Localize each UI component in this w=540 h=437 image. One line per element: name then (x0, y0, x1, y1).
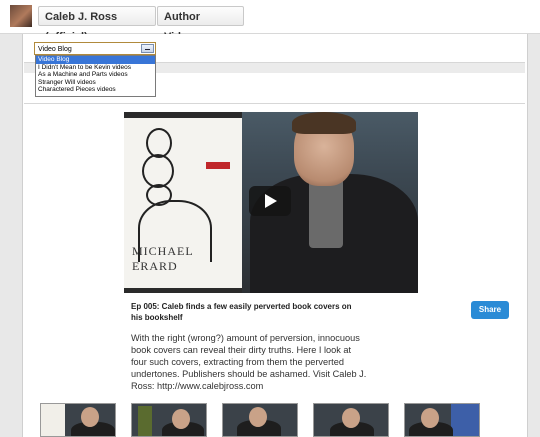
video-thumbnail[interactable] (313, 403, 389, 437)
share-button[interactable]: Share (471, 301, 509, 319)
thumbnail-art (249, 407, 267, 427)
playlist-select[interactable]: Video Blog (34, 42, 156, 55)
thumbnail-art (138, 406, 152, 436)
video-description: With the right (wrong?) amount of perver… (131, 333, 367, 391)
dropdown-option[interactable]: As a Machine and Parts videos (36, 71, 155, 79)
dropdown-option[interactable]: Charactered Pieces videos (36, 86, 155, 94)
video-thumbnail[interactable] (404, 403, 480, 437)
thumbnail-art (81, 407, 99, 427)
book-label (206, 162, 230, 169)
book-blurb-graphic: ​ (176, 124, 234, 129)
page-gutter-left (0, 34, 22, 437)
book-cover-image: ​ MICHAEL ERARD (124, 118, 242, 288)
thumbnail-art (421, 408, 439, 428)
play-icon (265, 194, 277, 208)
video-frame-person (309, 178, 343, 248)
divider (22, 34, 23, 437)
dropdown-option[interactable]: I Didn't Mean to be Kevin videos (36, 64, 155, 72)
video-frame-person (292, 112, 356, 134)
dropdown-option[interactable]: Stranger Will videos (36, 79, 155, 87)
playlist-select-value: Video Blog (38, 46, 72, 53)
playlist-dropdown-list: Video Blog I Didn't Mean to be Kevin vid… (35, 55, 156, 97)
dropdown-option[interactable]: Video Blog (36, 56, 155, 64)
channel-avatar[interactable] (10, 5, 32, 27)
divider (527, 34, 528, 437)
page-gutter-right (528, 34, 540, 437)
video-thumbnail[interactable] (222, 403, 298, 437)
thumbnail-art (342, 408, 360, 428)
thumbnail-art (172, 409, 190, 429)
channel-name-button[interactable]: Caleb J. Ross (official) (38, 6, 156, 43)
video-title[interactable]: Ep 005: Caleb finds a few easily pervert… (131, 301, 359, 323)
thumbnail-art (451, 404, 479, 436)
book-author: MICHAEL ERARD (132, 244, 194, 273)
video-thumbnail[interactable] (131, 403, 207, 437)
play-button[interactable] (249, 186, 291, 216)
video-thumbnail[interactable] (40, 403, 116, 437)
dropdown-arrow-icon[interactable] (141, 44, 154, 53)
book-art (142, 154, 174, 188)
section-dropdown[interactable]: Author Videos▼ (157, 6, 244, 43)
channel-header: Caleb J. Ross (official) Author Videos▼ (0, 0, 540, 43)
thumbnail-art (41, 404, 65, 436)
